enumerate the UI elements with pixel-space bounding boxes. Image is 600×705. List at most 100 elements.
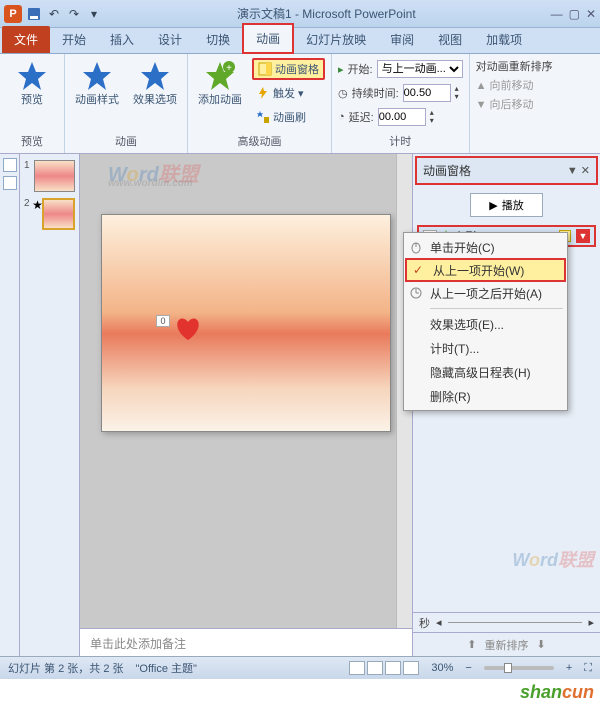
ctx-remove[interactable]: 删除(R): [404, 384, 567, 408]
fit-icon[interactable]: ⛶: [584, 662, 592, 675]
spinner-icon[interactable]: ▴▾: [455, 85, 459, 101]
animation-pane-button[interactable]: 动画窗格: [252, 58, 325, 80]
zoom-level[interactable]: 30%: [431, 662, 453, 674]
ctx-start-with-previous[interactable]: 从上一项开始(W): [405, 258, 566, 282]
move-later-button[interactable]: ▼ 向后移动: [476, 96, 534, 112]
zoom-slider[interactable]: [484, 666, 554, 670]
tab-transitions[interactable]: 切换: [194, 26, 242, 53]
sorter-view-icon[interactable]: [367, 661, 383, 675]
add-animation-button[interactable]: + 添加动画: [194, 58, 246, 107]
normal-view-icon[interactable]: [349, 661, 365, 675]
ribbon-tabs: 文件 开始 插入 设计 切换 动画 幻灯片放映 审阅 视图 加载项: [0, 28, 600, 54]
start-select[interactable]: 与上一动画...: [377, 60, 463, 78]
watermark-shancun: shancun: [520, 682, 594, 703]
canvas-area[interactable]: 0 WordWord联盟联盟 www.wordlm.com: [80, 154, 412, 628]
effect-options-button[interactable]: 效果选项: [129, 58, 181, 107]
redo-icon[interactable]: ↷: [66, 6, 82, 22]
pane-icon: [258, 62, 272, 76]
brush-icon: [256, 110, 270, 124]
duration-label: 持续时间:: [352, 85, 399, 101]
tab-animations[interactable]: 动画: [242, 23, 294, 54]
animation-painter-button[interactable]: 动画刷: [252, 106, 325, 128]
trigger-button[interactable]: 触发 ▾: [252, 82, 325, 104]
delay-label: 延迟:: [349, 109, 374, 125]
star-icon: [139, 60, 171, 92]
animation-pane-title: 动画窗格 ▼ ✕: [415, 156, 598, 185]
ribbon-group-timing: ▸ 开始: 与上一动画... ◷ 持续时间: ▴▾ ◔ 延迟: ▴▾ 计时: [332, 54, 470, 153]
reorder-up-icon[interactable]: ⬆: [467, 638, 476, 651]
tab-addins[interactable]: 加载项: [474, 26, 534, 53]
star-plus-icon: +: [204, 60, 236, 92]
heart-shape[interactable]: [174, 315, 202, 341]
thumbnail-2[interactable]: 2 ★: [24, 198, 75, 230]
thumbnail-panel: 1 2 ★: [20, 154, 80, 656]
ribbon-group-advanced: + 添加动画 动画窗格 触发 ▾ 动画刷 高级动画: [188, 54, 332, 153]
slide-editor: 0 WordWord联盟联盟 www.wordlm.com 单击此处添加备注: [80, 154, 412, 656]
ctx-effect-options[interactable]: 效果选项(E)...: [404, 312, 567, 336]
delay-input[interactable]: [378, 108, 426, 126]
lightning-icon: [256, 86, 270, 100]
move-earlier-button[interactable]: ▲ 向前移动: [476, 77, 534, 93]
item-dropdown-icon[interactable]: ▼: [576, 229, 590, 243]
notes-pane[interactable]: 单击此处添加备注: [80, 628, 412, 656]
save-icon[interactable]: [26, 6, 42, 22]
undo-icon[interactable]: ↶: [46, 6, 62, 22]
star-icon: [16, 60, 48, 92]
window-title: 演示文稿1 - Microsoft PowerPoint: [102, 5, 551, 22]
tab-design[interactable]: 设计: [146, 26, 194, 53]
delay-icon: ◔: [338, 111, 345, 123]
star-icon: [81, 60, 113, 92]
timeline-footer: 秒 ◂ ▸: [413, 612, 600, 632]
tab-review[interactable]: 审阅: [378, 26, 426, 53]
timeline-next-icon[interactable]: ▸: [588, 616, 594, 629]
clock-icon: ◷: [338, 87, 348, 100]
maximize-icon[interactable]: ▢: [569, 7, 580, 21]
tab-file[interactable]: 文件: [2, 26, 50, 53]
play-icon: ▸: [338, 63, 344, 76]
reorder-title: 对动画重新排序: [476, 58, 553, 74]
slideshow-view-icon[interactable]: [403, 661, 419, 675]
status-bar: 幻灯片 第 2 张，共 2 张 "Office 主题" 30% − + ⛶: [0, 656, 600, 679]
thumb-slide: [42, 198, 75, 230]
spinner-icon[interactable]: ▴▾: [430, 109, 434, 125]
ctx-timing[interactable]: 计时(T)...: [404, 336, 567, 360]
preview-button[interactable]: 预览: [6, 58, 58, 107]
play-button[interactable]: ▶ 播放: [470, 193, 542, 217]
tab-insert[interactable]: 插入: [98, 26, 146, 53]
minimize-icon[interactable]: —: [551, 7, 563, 21]
tab-slideshow[interactable]: 幻灯片放映: [294, 26, 378, 53]
pane-dropdown-icon[interactable]: ▼ ✕: [567, 164, 590, 177]
slide-canvas[interactable]: 0: [101, 214, 391, 432]
start-label: 开始:: [348, 61, 373, 77]
tab-view[interactable]: 视图: [426, 26, 474, 53]
slides-tab-icon[interactable]: [3, 158, 17, 172]
outline-sidebar: [0, 154, 20, 656]
quick-access-toolbar: ↶ ↷ ▾: [26, 6, 102, 22]
tab-home[interactable]: 开始: [50, 26, 98, 53]
window-controls: — ▢ ✕: [551, 7, 596, 21]
theme-label: "Office 主题": [136, 660, 197, 676]
reading-view-icon[interactable]: [385, 661, 401, 675]
zoom-thumb[interactable]: [504, 663, 512, 673]
ribbon-group-animation: 动画样式 效果选项 动画: [65, 54, 188, 153]
thumbnail-1[interactable]: 1: [24, 160, 75, 192]
close-icon[interactable]: ✕: [586, 7, 596, 21]
svg-text:+: +: [226, 63, 232, 74]
ctx-start-on-click[interactable]: 单击开始(C): [404, 235, 567, 259]
duration-input[interactable]: [403, 84, 451, 102]
reorder-footer: ⬆ 重新排序 ⬇: [413, 632, 600, 656]
reorder-down-icon[interactable]: ⬇: [537, 638, 546, 651]
animation-indicator-icon: ★: [32, 198, 40, 206]
ctx-hide-timeline[interactable]: 隐藏高级日程表(H): [404, 360, 567, 384]
outline-tab-icon[interactable]: [3, 176, 17, 190]
animation-tag[interactable]: 0: [156, 315, 170, 327]
thumb-slide: [34, 160, 75, 192]
timeline-prev-icon[interactable]: ◂: [436, 616, 442, 629]
slide-counter: 幻灯片 第 2 张，共 2 张: [8, 660, 124, 676]
ctx-start-after-previous[interactable]: 从上一项之后开始(A): [404, 281, 567, 305]
qat-dropdown-icon[interactable]: ▾: [86, 6, 102, 22]
mouse-icon: [409, 240, 423, 254]
zoom-in-icon[interactable]: +: [566, 662, 572, 674]
zoom-out-icon[interactable]: −: [465, 662, 471, 674]
animation-styles-button[interactable]: 动画样式: [71, 58, 123, 107]
